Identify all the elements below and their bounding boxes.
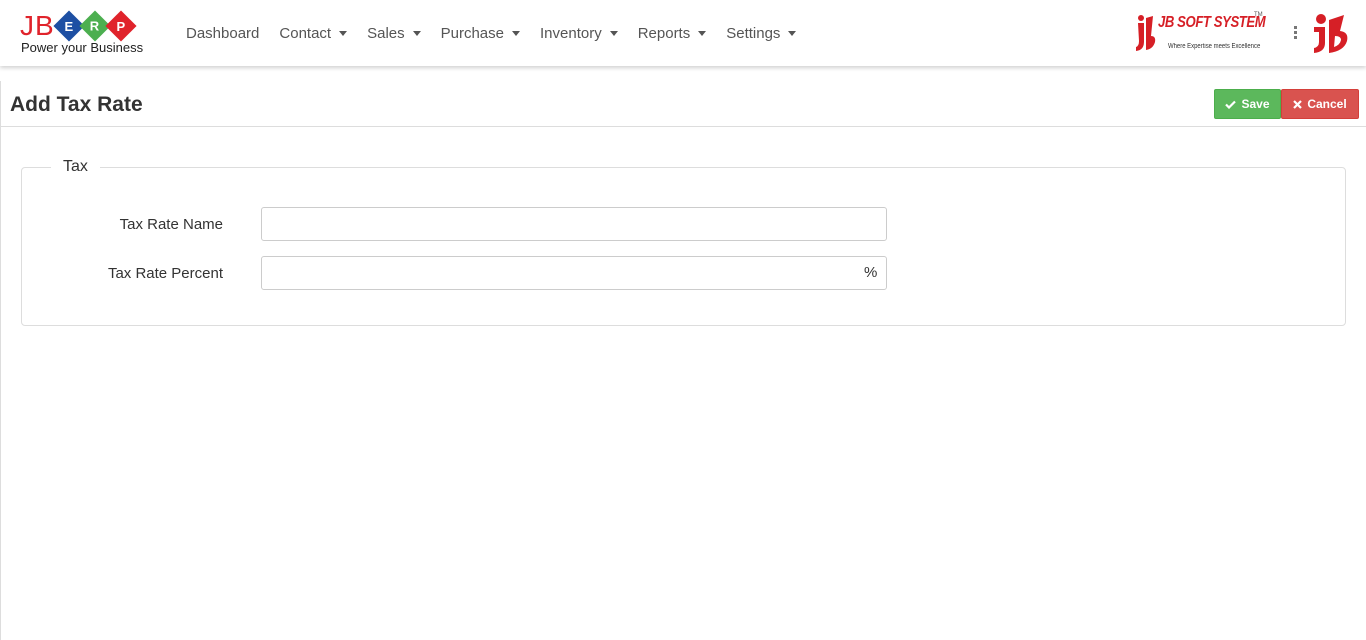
- caret-down-icon: [412, 31, 421, 36]
- caret-down-icon: [339, 31, 348, 36]
- logo-jb-text: JB: [20, 10, 55, 41]
- logo-letters: JB E R P: [20, 9, 137, 43]
- tax-fieldset: Tax Tax Rate Name Tax Rate Percent %: [21, 158, 1347, 326]
- logo-tagline: Power your Business: [21, 40, 144, 55]
- tax-rate-name-label: Tax Rate Name: [119, 216, 223, 233]
- jb-erp-logo[interactable]: JB E R P Power your Business: [20, 9, 152, 57]
- jb-mark-icon: [1136, 15, 1156, 51]
- caret-down-icon: [609, 31, 618, 36]
- trademark-mark: TM: [1254, 12, 1263, 18]
- caret-down-icon: [788, 31, 797, 36]
- page-header: Add Tax Rate Save Cancel: [0, 81, 1366, 127]
- cancel-button[interactable]: Cancel: [1281, 89, 1359, 119]
- tax-rate-percent-input[interactable]: [261, 256, 887, 290]
- nav-item-reports[interactable]: Reports: [628, 25, 717, 42]
- nav-item-label: Reports: [637, 24, 691, 42]
- tax-rate-name-input[interactable]: [261, 207, 887, 241]
- caret-down-icon: [512, 31, 520, 36]
- nav-item-label: Settings: [726, 24, 781, 42]
- nav-item-purchase[interactable]: Purchase: [431, 25, 530, 42]
- check-icon: [1225, 100, 1237, 109]
- tax-rate-name-row: Tax Rate Name: [22, 207, 1347, 241]
- save-button[interactable]: Save: [1214, 89, 1281, 119]
- main-nav: Dashboard Contact Sales Purchase Invento…: [176, 0, 806, 66]
- fieldset-legend: Tax: [51, 158, 100, 176]
- tax-rate-percent-label: Tax Rate Percent: [107, 265, 223, 282]
- nav-item-sales[interactable]: Sales: [357, 25, 431, 42]
- tax-rate-percent-row: Tax Rate Percent %: [22, 256, 1347, 290]
- nav-item-contact[interactable]: Contact: [269, 25, 357, 42]
- save-button-label: Save: [1241, 97, 1270, 111]
- nav-item-label: Sales: [367, 24, 405, 42]
- jb-soft-system-logo: JB SOFT SYSTEM TM Where Expertise meets …: [1134, 12, 1266, 54]
- nav-item-label: Inventory: [540, 24, 602, 42]
- company-tagline: Where Expertise meets Excellence: [1168, 43, 1261, 50]
- times-icon: [1293, 99, 1303, 109]
- top-navbar: JB E R P Power your Business Dashboard C…: [0, 0, 1366, 66]
- nav-item-label: Dashboard: [186, 24, 260, 42]
- nav-item-label: Purchase: [440, 24, 504, 42]
- cancel-button-label: Cancel: [1307, 97, 1347, 111]
- company-name: JB SOFT SYSTEM: [1158, 14, 1266, 31]
- nav-item-inventory[interactable]: Inventory: [530, 25, 628, 42]
- content-left-border: [0, 127, 1, 640]
- user-menu-logo-icon[interactable]: [1310, 12, 1350, 54]
- page-title: Add Tax Rate: [10, 93, 143, 116]
- nav-item-settings[interactable]: Settings: [716, 25, 806, 42]
- logo-p-diamond: P: [105, 10, 137, 42]
- nav-item-label: Contact: [279, 24, 332, 42]
- more-options-icon[interactable]: [1290, 25, 1300, 43]
- nav-item-dashboard[interactable]: Dashboard: [176, 25, 269, 42]
- caret-down-icon: [698, 31, 707, 36]
- percent-addon: %: [864, 264, 878, 281]
